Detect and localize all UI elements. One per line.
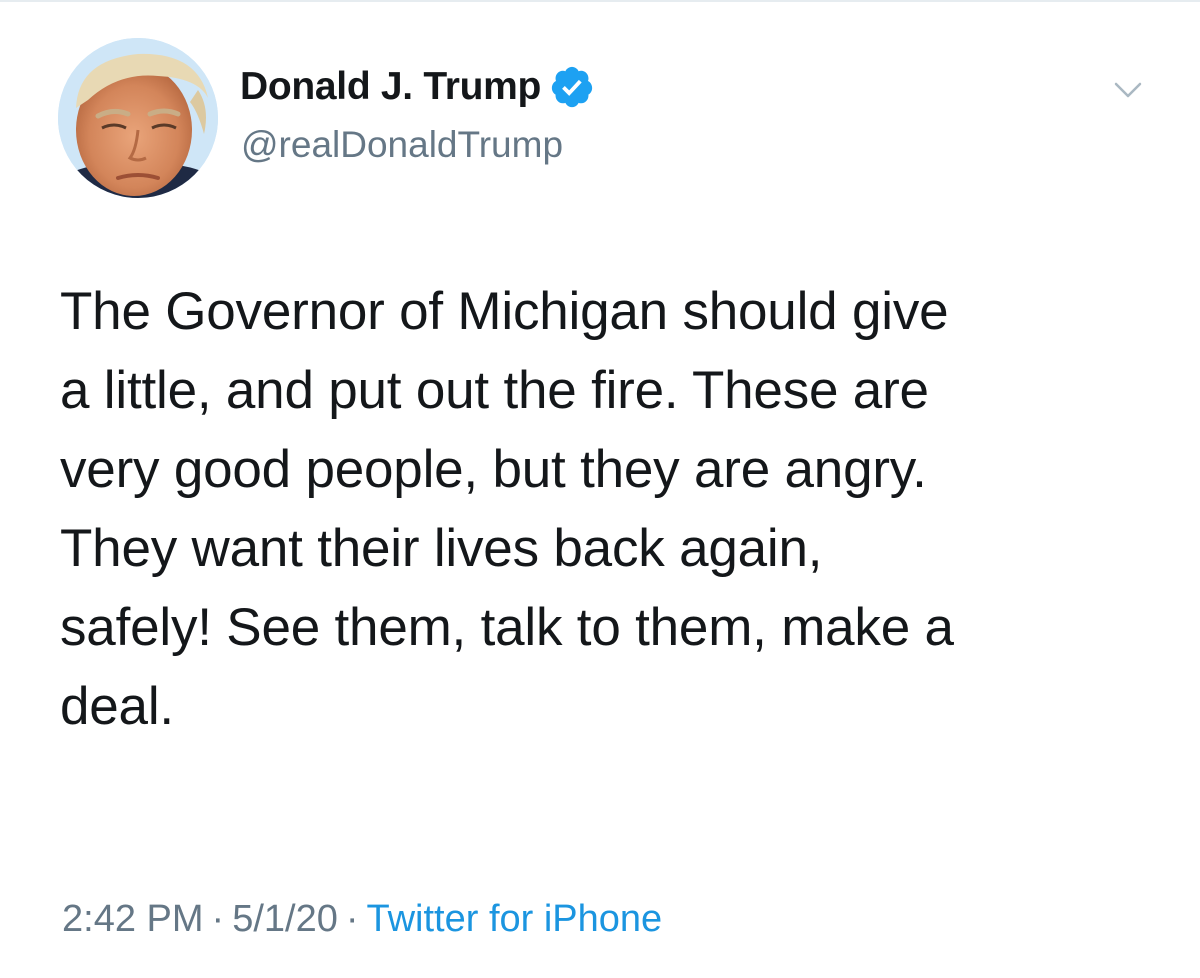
- author-handle[interactable]: @realDonaldTrump: [241, 124, 563, 166]
- avatar[interactable]: [58, 38, 218, 198]
- avatar-photo: [58, 38, 218, 198]
- author-name[interactable]: Donald J. Trump: [240, 64, 595, 110]
- verified-badge-icon: [549, 64, 595, 110]
- tweet-date[interactable]: 5/1/20: [232, 898, 338, 940]
- author-name-text[interactable]: Donald J. Trump: [240, 65, 541, 109]
- tweet-source-link[interactable]: Twitter for iPhone: [367, 898, 663, 940]
- top-divider: [0, 0, 1200, 2]
- tweet-metadata: 2:42 PM · 5/1/20 · Twitter for iPhone: [62, 898, 662, 941]
- tweet-time[interactable]: 2:42 PM: [62, 898, 204, 940]
- chevron-down-icon[interactable]: [1110, 72, 1146, 108]
- tweet-text: The Governor of Michigan should give a l…: [60, 282, 954, 736]
- meta-separator: ·: [211, 898, 225, 940]
- meta-separator: ·: [345, 898, 359, 940]
